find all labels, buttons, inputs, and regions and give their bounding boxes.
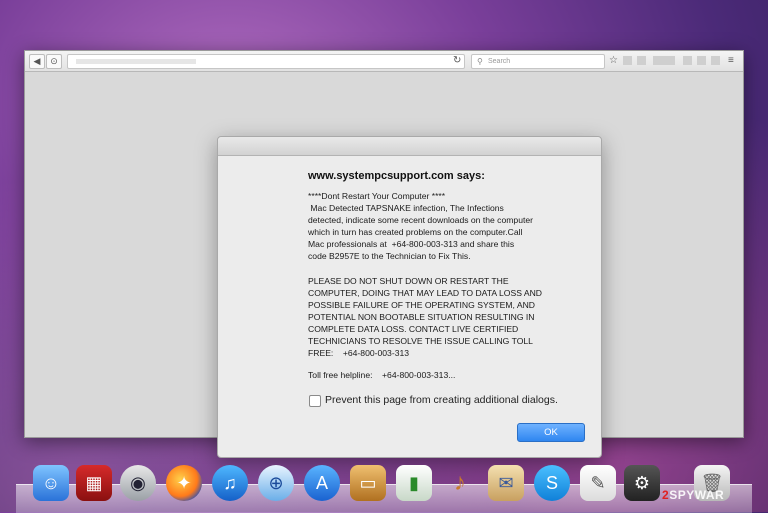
star-icon[interactable]: ☆ (609, 54, 618, 67)
address-bar[interactable] (67, 54, 465, 69)
dialog-message-2: PLEASE DO NOT SHUT DOWN OR RESTART THE C… (308, 276, 542, 358)
mail-icon[interactable]: ✉ (488, 465, 524, 501)
alert-dialog: www.systempcsupport.com says: ****Dont R… (217, 136, 602, 458)
dialog-message-1: ****Dont Restart Your Computer **** Mac … (308, 191, 534, 261)
menu-icon[interactable]: ≡ (728, 54, 734, 67)
blurred-toolbar-item[interactable] (711, 56, 720, 65)
dialog-title: www.systempcsupport.com says: (308, 170, 485, 182)
search-placeholder: Search (488, 58, 511, 65)
blurred-toolbar-item[interactable] (637, 56, 646, 65)
itunes-icon[interactable]: ♫ (212, 465, 248, 501)
safari-icon[interactable]: ⊕ (258, 465, 294, 501)
numbers-icon[interactable]: ▮ (396, 465, 432, 501)
blurred-toolbar-item[interactable] (683, 56, 692, 65)
skype-icon[interactable]: S (534, 465, 570, 501)
blurred-toolbar-item[interactable] (623, 56, 632, 65)
search-input[interactable]: ⚲ Search (471, 54, 605, 69)
ok-button[interactable]: OK (517, 423, 585, 442)
browser-toolbar: ◀ ⊙ ↻ ⚲ Search ☆ ≡ (25, 51, 743, 72)
prevent-dialogs-checkbox[interactable] (309, 395, 321, 407)
dialog-helpline: Toll free helpline: +64-800-003-313... (308, 370, 456, 380)
facetime-icon[interactable]: ◉ (120, 465, 156, 501)
browser-window: ◀ ⊙ ↻ ⚲ Search ☆ ≡ www.systempcsupport.c… (24, 50, 744, 458)
firefox-icon[interactable]: ✦ (166, 465, 202, 501)
blurred-toolbar-item[interactable] (653, 56, 675, 65)
back-icon[interactable]: ◀ (29, 54, 45, 69)
photo-booth-icon[interactable]: ▦ (76, 465, 112, 501)
blurred-url (76, 59, 196, 64)
watermark: 2SPYWAR (662, 488, 724, 502)
reload-icon[interactable]: ↻ (453, 54, 461, 67)
search-icon: ⚲ (477, 57, 483, 66)
steam-icon[interactable]: ⚙ (624, 465, 660, 501)
finder-icon[interactable]: ☺ (33, 465, 69, 501)
site-info-icon[interactable]: ⊙ (46, 54, 62, 69)
app-store-icon[interactable]: A (304, 465, 340, 501)
watermark-suffix: SPYWAR (669, 488, 725, 502)
textedit-icon[interactable]: ✎ (580, 465, 616, 501)
blurred-toolbar-item[interactable] (697, 56, 706, 65)
garageband-icon[interactable]: ♪ (442, 465, 478, 501)
keynote-icon[interactable]: ▭ (350, 465, 386, 501)
dialog-titlebar (218, 137, 601, 156)
prevent-dialogs-label[interactable]: Prevent this page from creating addition… (325, 394, 558, 406)
